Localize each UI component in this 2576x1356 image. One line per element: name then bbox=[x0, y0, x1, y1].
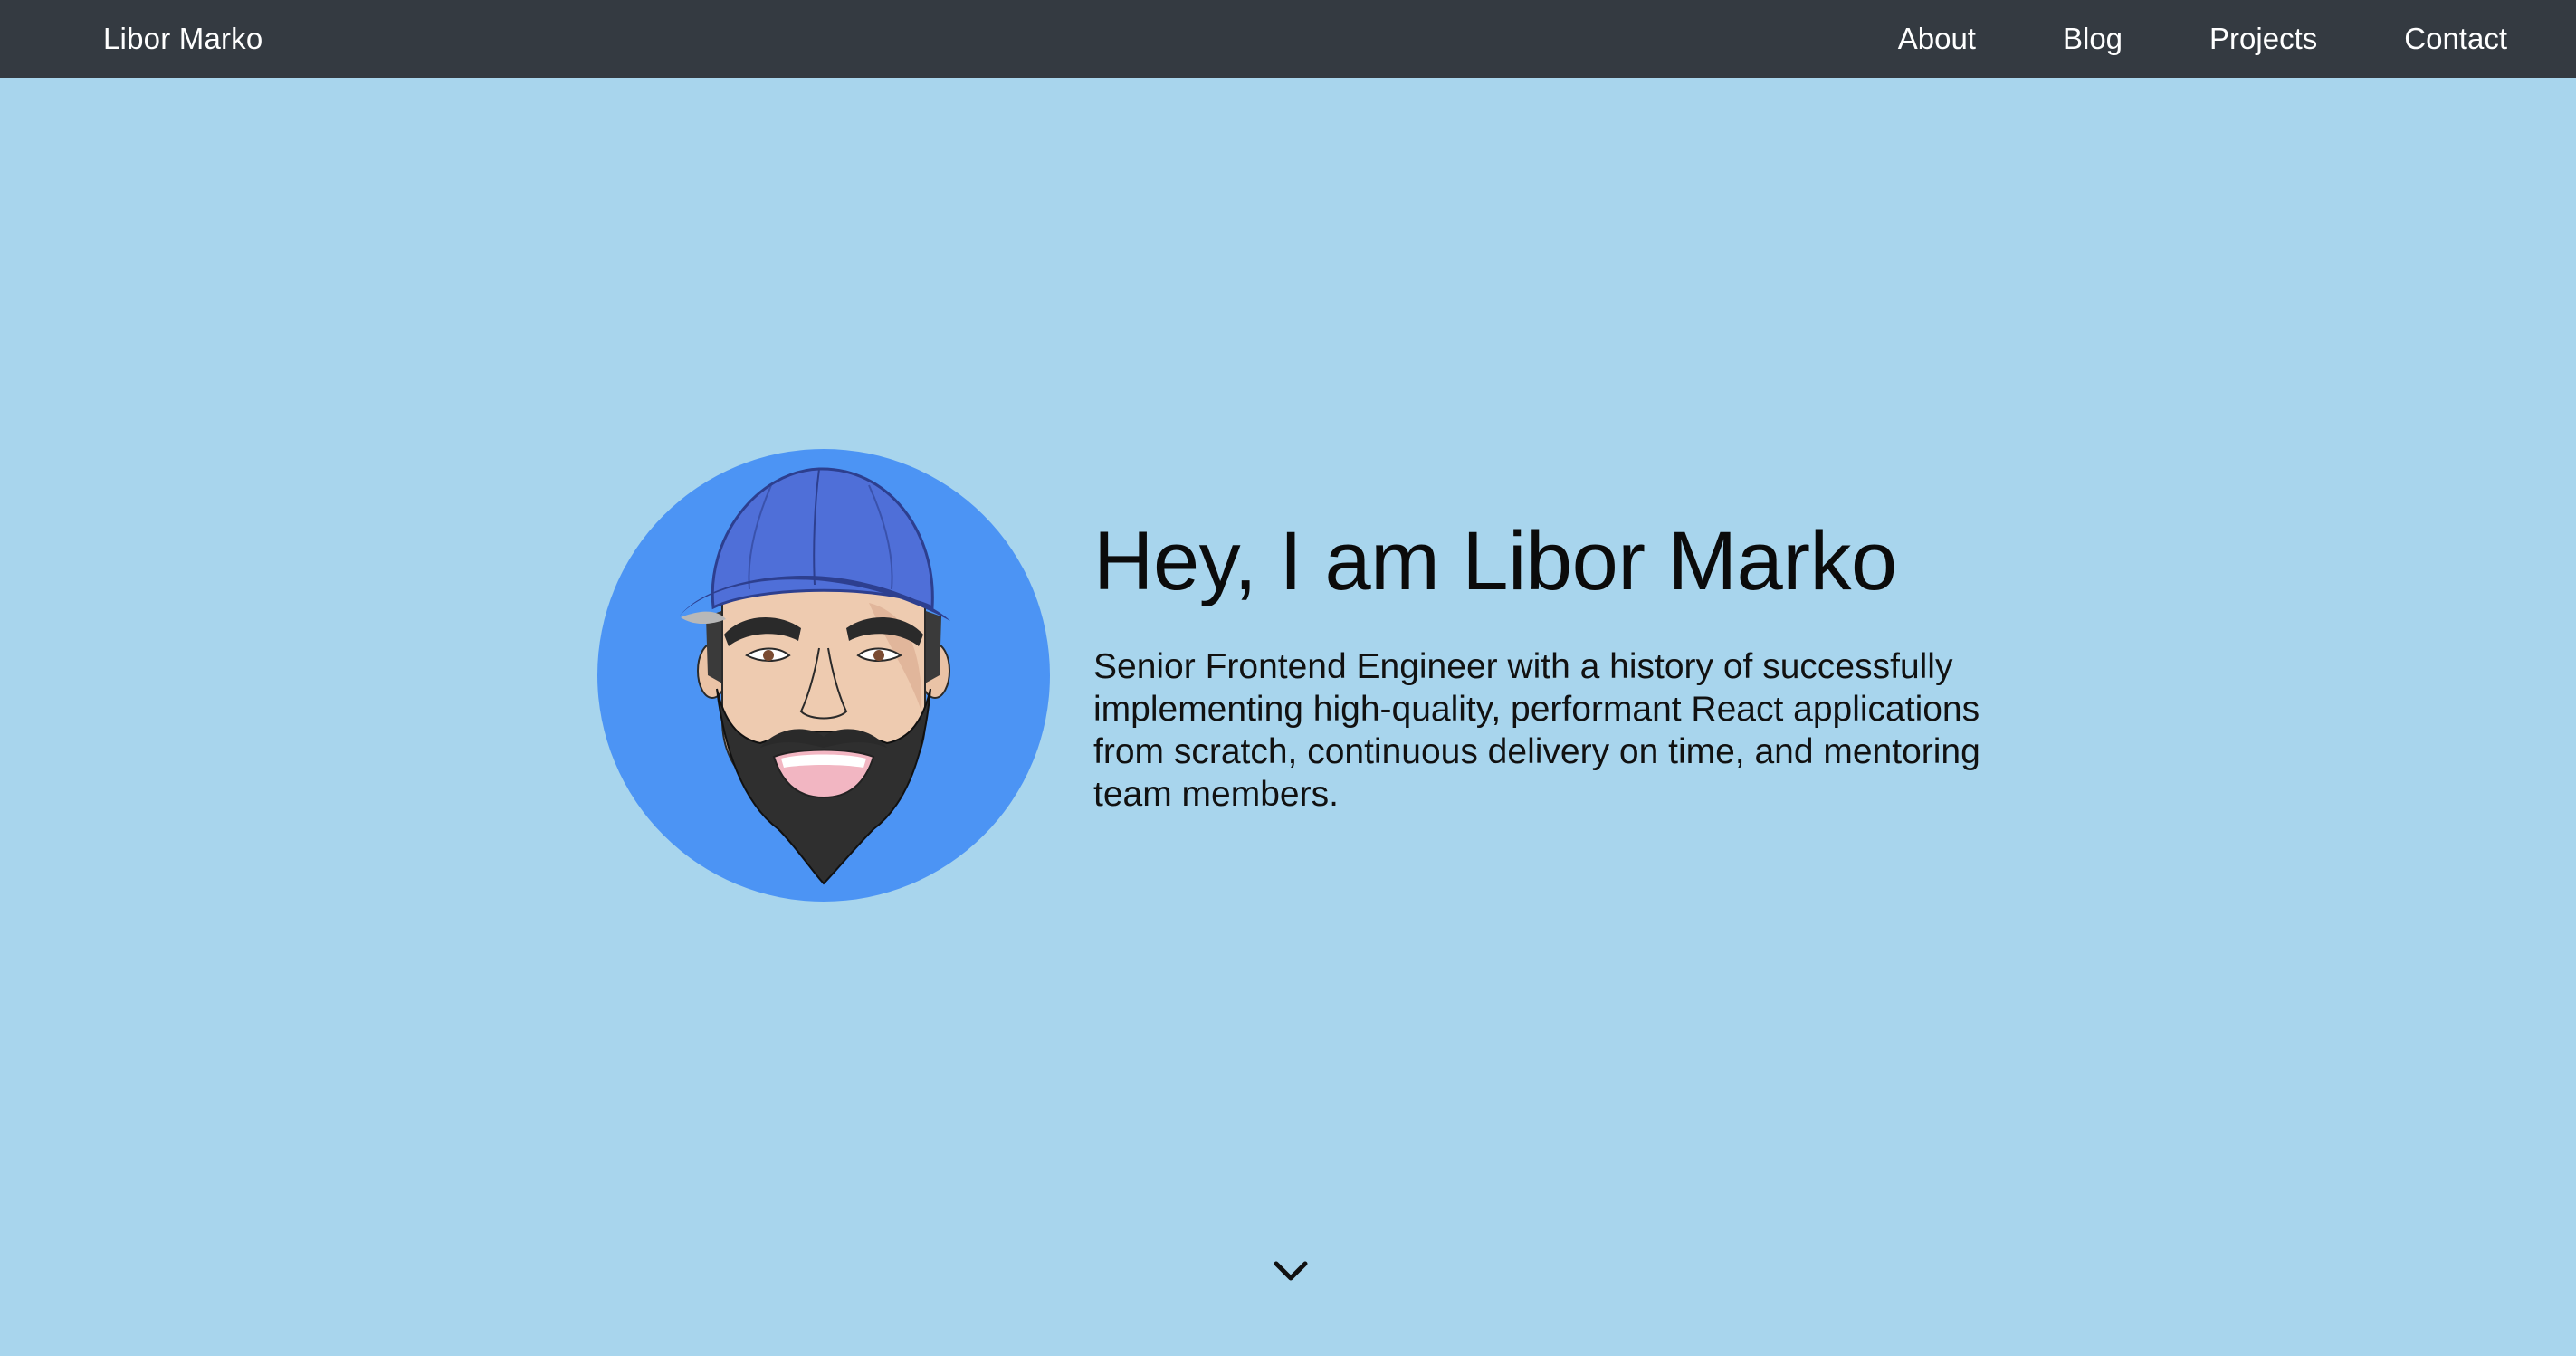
brand-link[interactable]: Libor Marko bbox=[103, 22, 262, 56]
nav-link-contact[interactable]: Contact bbox=[2404, 22, 2507, 56]
avatar bbox=[597, 449, 1050, 902]
nav-link-about[interactable]: About bbox=[1898, 22, 1976, 56]
hero-title: Hey, I am Libor Marko bbox=[1093, 515, 1897, 607]
navbar: Libor Marko About Blog Projects Contact bbox=[0, 0, 2576, 78]
hero-description: Senior Frontend Engineer with a history … bbox=[1093, 646, 1980, 814]
chevron-down-icon bbox=[1274, 1261, 1308, 1281]
scroll-down-button[interactable] bbox=[1273, 1258, 1309, 1285]
nav-link-blog[interactable]: Blog bbox=[2063, 22, 2123, 56]
nav-links: About Blog Projects Contact bbox=[1898, 22, 2507, 56]
avatar-illustration bbox=[679, 467, 950, 885]
hero-text: Hey, I am Libor Marko Senior Frontend En… bbox=[1093, 518, 1999, 816]
nav-link-projects[interactable]: Projects bbox=[2209, 22, 2317, 56]
hero-section: Hey, I am Libor Marko Senior Frontend En… bbox=[597, 449, 1999, 902]
